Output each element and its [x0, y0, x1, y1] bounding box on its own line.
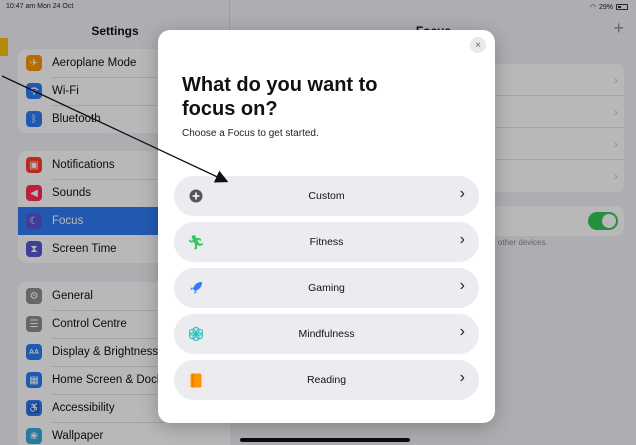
focus-option-label: Custom	[308, 190, 345, 202]
modal-heading: What do you want to focus on?	[182, 74, 378, 121]
focus-option-label: Reading	[306, 374, 347, 386]
focus-option-fitness[interactable]: 🏃︎ Fitness ›	[174, 222, 479, 262]
ipad-screen: Focus + › › › › r other devices. Setting…	[0, 0, 636, 445]
focus-option-mindfulness[interactable]: Mindfulness ›	[174, 314, 479, 354]
chevron-right-icon: ›	[459, 231, 465, 248]
close-button[interactable]: ×	[470, 37, 486, 53]
chevron-right-icon: ›	[459, 369, 465, 386]
focus-option-gaming[interactable]: Gaming ›	[174, 268, 479, 308]
focus-option-label: Mindfulness	[298, 328, 355, 340]
chevron-right-icon: ›	[459, 323, 465, 340]
focus-picker-modal: × What do you want to focus on? Choose a…	[158, 30, 495, 423]
modal-subtitle: Choose a Focus to get started.	[182, 128, 319, 139]
focus-option-custom[interactable]: Custom ›	[174, 176, 479, 216]
chevron-right-icon: ›	[459, 185, 465, 202]
focus-option-reading[interactable]: Reading ›	[174, 360, 479, 400]
focus-option-label: Fitness	[309, 236, 344, 248]
focus-option-label: Gaming	[308, 282, 345, 294]
chevron-right-icon: ›	[459, 277, 465, 294]
